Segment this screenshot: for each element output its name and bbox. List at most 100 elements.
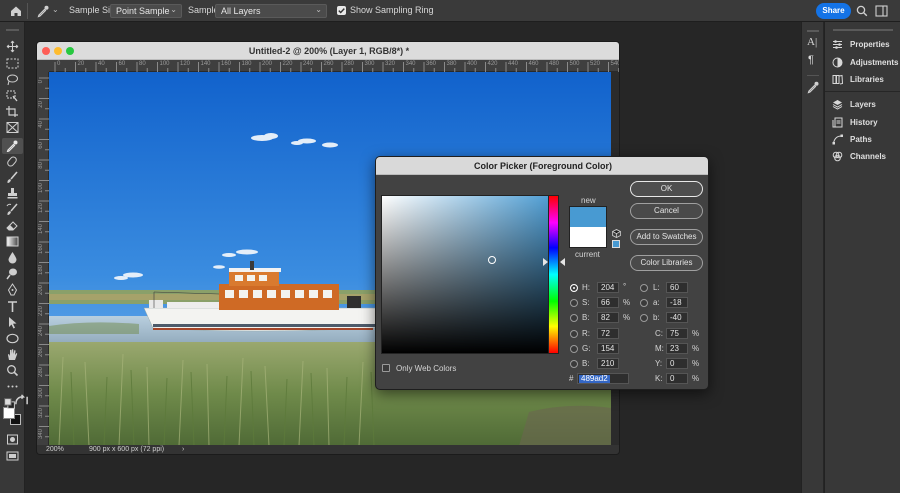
toolbar-grip[interactable] — [6, 29, 19, 31]
horizontal-ruler[interactable]: 0 20 40 60 80 100 120 140 160 180 200 220 240 260 280 3… — [49, 60, 620, 72]
ruler-number: 320 — [38, 408, 44, 419]
screen-mode-icon[interactable] — [5, 450, 20, 463]
hue-slider-left-arrow[interactable] — [543, 258, 548, 266]
sample-select[interactable]: All Layers ⌄ — [215, 4, 327, 18]
b-channel-label: b: — [653, 313, 660, 322]
move-tool-icon[interactable] — [5, 40, 20, 53]
b-channel-input[interactable]: -40 — [666, 312, 688, 323]
hand-tool-icon[interactable] — [5, 348, 20, 361]
cyan-input[interactable]: 75 — [666, 328, 688, 339]
black-input[interactable]: 0 — [666, 373, 688, 384]
lightness-input[interactable]: 60 — [666, 282, 688, 293]
a-channel-input[interactable]: -18 — [666, 297, 688, 308]
object-selection-tool-icon[interactable] — [5, 89, 20, 102]
default-colors-icon[interactable] — [2, 397, 15, 409]
document-title-bar[interactable]: Untitled-2 @ 200% (Layer 1, RGB/8*) * — [37, 42, 619, 60]
sampling-ring-checkbox[interactable] — [337, 6, 346, 15]
red-input[interactable]: 72 — [597, 328, 619, 339]
lightness-radio[interactable] — [640, 284, 648, 292]
type-tool-icon[interactable] — [5, 300, 20, 313]
adjustments-icon — [832, 57, 843, 68]
panel-item-history[interactable]: History — [832, 116, 900, 130]
brightness-input[interactable]: 82 — [597, 312, 619, 323]
green-radio[interactable] — [570, 345, 578, 353]
rectangle-tool-icon[interactable] — [5, 332, 20, 345]
saturation-input[interactable]: 66 — [597, 297, 619, 308]
blue-radio[interactable] — [570, 360, 578, 368]
eraser-tool-icon[interactable] — [5, 219, 20, 232]
add-to-swatches-button[interactable]: Add to Swatches — [630, 229, 703, 245]
eyedropper-tool-icon[interactable] — [5, 139, 20, 153]
share-button[interactable]: Share — [816, 3, 851, 19]
paragraph-panel-icon[interactable]: ¶ — [808, 54, 814, 66]
history-brush-tool-icon[interactable] — [5, 203, 20, 216]
cancel-button[interactable]: Cancel — [630, 203, 703, 219]
sample-size-select[interactable]: Point Sample ⌄ — [110, 4, 182, 18]
magenta-input[interactable]: 23 — [666, 343, 688, 354]
vertical-ruler[interactable]: 0 20 40 60 80 100 120 140 160 180 200 220 240 260 280 3… — [37, 72, 49, 446]
pen-tool-icon[interactable] — [5, 283, 20, 296]
brightness-radio[interactable] — [570, 314, 578, 322]
blur-tool-icon[interactable] — [5, 251, 20, 264]
panel-item-adjustments[interactable]: Adjustments — [832, 56, 900, 70]
more-tools-icon[interactable] — [5, 380, 20, 393]
chevron-down-icon[interactable]: ⌄ — [52, 5, 59, 14]
hue-input[interactable]: 204 — [597, 282, 619, 293]
tool-presets-icon[interactable] — [806, 80, 820, 97]
zoom-tool-icon[interactable] — [5, 364, 20, 377]
eyedropper-tool-preset-icon[interactable] — [36, 4, 50, 18]
yellow-input[interactable]: 0 — [666, 358, 688, 369]
a-channel-radio[interactable] — [640, 299, 648, 307]
gamut-warning-icon[interactable] — [612, 229, 621, 238]
crop-tool-icon[interactable] — [5, 105, 20, 118]
lasso-tool-icon[interactable] — [5, 73, 20, 86]
frame-tool-icon[interactable] — [5, 121, 20, 134]
gradient-tool-icon[interactable] — [5, 235, 20, 248]
color-field-cursor[interactable] — [488, 256, 496, 264]
green-input[interactable]: 154 — [597, 343, 619, 354]
marquee-tool-icon[interactable] — [5, 57, 20, 70]
ruler-origin[interactable] — [37, 60, 49, 72]
color-libraries-button[interactable]: Color Libraries — [630, 255, 703, 271]
panel-item-label: Paths — [850, 135, 872, 144]
ok-button[interactable]: OK — [630, 181, 703, 197]
dock-grip[interactable] — [807, 30, 819, 32]
clone-stamp-tool-icon[interactable] — [5, 187, 20, 200]
document-info[interactable]: 900 px x 600 px (72 ppi) — [89, 446, 164, 453]
blue-input[interactable]: 210 — [597, 358, 619, 369]
character-panel-icon[interactable]: A| — [807, 36, 817, 48]
home-icon[interactable] — [9, 4, 23, 18]
saturation-radio[interactable] — [570, 299, 578, 307]
panel-item-libraries[interactable]: Libraries — [832, 73, 900, 87]
workspace-icon[interactable] — [875, 5, 888, 17]
quick-mask-icon[interactable] — [5, 433, 20, 446]
properties-icon — [833, 40, 842, 49]
dodge-tool-icon[interactable] — [5, 267, 20, 280]
web-safe-swatch[interactable] — [612, 240, 620, 248]
b-channel-radio[interactable] — [640, 314, 648, 322]
healing-brush-tool-icon[interactable] — [5, 155, 20, 168]
saturation-brightness-field[interactable] — [381, 195, 558, 354]
dialog-title: Color Picker (Foreground Color) — [376, 157, 708, 175]
zoom-level[interactable]: 200% — [46, 446, 64, 453]
ruler-number: 520 — [590, 61, 601, 67]
ruler-number: 540 — [610, 61, 620, 67]
brush-tool-icon[interactable] — [5, 171, 20, 184]
only-web-colors-checkbox[interactable] — [382, 364, 390, 372]
black-label: K: — [655, 374, 663, 383]
hue-radio[interactable] — [570, 284, 578, 292]
chevron-right-icon[interactable]: › — [182, 446, 184, 453]
red-radio[interactable] — [570, 330, 578, 338]
hue-slider[interactable] — [548, 195, 559, 354]
path-selection-tool-icon[interactable] — [5, 316, 20, 329]
search-icon[interactable] — [856, 5, 868, 17]
panel-item-paths[interactable]: Paths — [832, 133, 900, 147]
panel-item-layers[interactable]: Layers — [832, 98, 900, 112]
hue-slider-right-arrow[interactable] — [560, 258, 565, 266]
panel-item-channels[interactable]: Channels — [832, 150, 900, 164]
sampling-ring-label: Show Sampling Ring — [350, 5, 434, 15]
dock-grip[interactable] — [833, 29, 893, 31]
hex-input[interactable]: 489ad2 — [577, 373, 629, 384]
panel-item-properties[interactable]: Properties — [832, 38, 900, 52]
current-color-swatch[interactable] — [569, 227, 607, 248]
